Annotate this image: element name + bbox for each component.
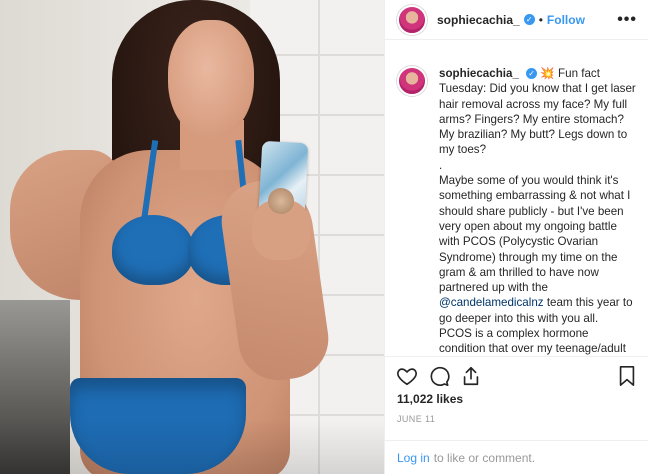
bra-cup-left xyxy=(112,215,194,285)
heart-icon[interactable] xyxy=(395,364,419,388)
likes-count[interactable]: 11,022 likes xyxy=(397,392,463,406)
share-icon[interactable] xyxy=(459,364,483,388)
caption-text-4: PCOS is a complex hormone condition that… xyxy=(439,327,626,356)
post-sidebar: sophiecachia_ ✓ • Follow ••• sophiecachi… xyxy=(384,0,648,474)
more-options-icon[interactable]: ••• xyxy=(617,11,637,29)
avatar[interactable] xyxy=(397,4,427,35)
face xyxy=(168,20,254,138)
caption-text-2: Maybe some of you would think it's somet… xyxy=(439,174,631,295)
post-photo[interactable] xyxy=(0,0,384,474)
login-prompt: to like or comment. xyxy=(433,450,536,465)
bookmark-icon[interactable] xyxy=(615,364,639,388)
caption-dot: . xyxy=(439,158,443,172)
follow-button[interactable]: Follow xyxy=(547,13,585,27)
verified-badge-icon: ✓ xyxy=(523,14,535,25)
verified-badge-icon: ✓ xyxy=(526,68,538,80)
caption-avatar[interactable] xyxy=(397,66,427,96)
caption: sophiecachia_ ✓ 💥 Fun fact Tuesday: Did … xyxy=(439,66,637,356)
separator-dot: • xyxy=(538,12,543,27)
comment-icon[interactable] xyxy=(427,364,451,388)
caption-username[interactable]: sophiecachia_ xyxy=(439,67,519,80)
action-bar xyxy=(385,356,648,394)
caption-emoji: 💥 xyxy=(540,67,555,80)
caption-text-1: Fun fact Tuesday: Did you know that I ge… xyxy=(439,67,636,157)
phone-grip xyxy=(268,188,294,214)
post-header: sophiecachia_ ✓ • Follow ••• xyxy=(385,0,648,40)
header-username[interactable]: sophiecachia_ xyxy=(437,13,520,27)
post-date: JUNE 11 xyxy=(397,414,436,424)
tile-grout xyxy=(318,0,320,474)
login-bar: Log in to like or comment. xyxy=(385,440,648,474)
floor-shadow xyxy=(0,420,384,474)
mention-link[interactable]: @candelamedicalnz xyxy=(439,296,544,309)
comments-area: sophiecachia_ ✓ 💥 Fun fact Tuesday: Did … xyxy=(385,54,648,356)
login-link[interactable]: Log in xyxy=(397,451,430,465)
